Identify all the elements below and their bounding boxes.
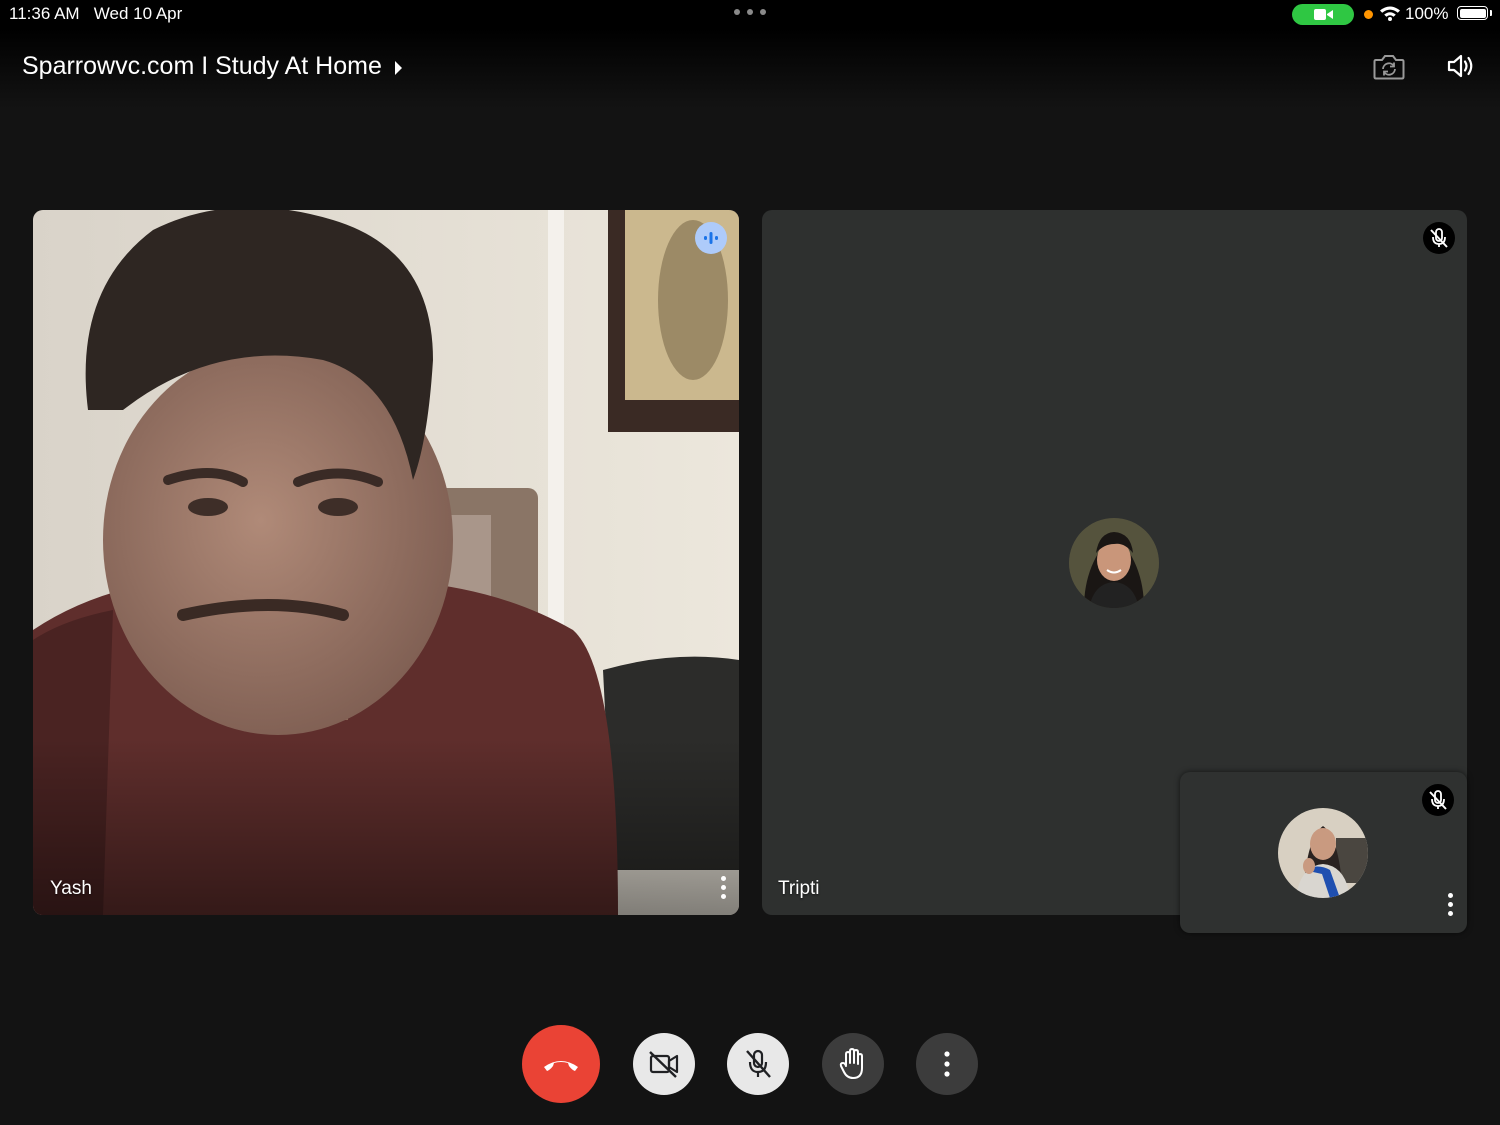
battery-icon [1457, 6, 1488, 20]
speaking-indicator-icon [695, 222, 727, 254]
mic-muted-icon [1423, 222, 1455, 254]
status-time-date: 11:36 AM Wed 10 Apr [9, 4, 183, 23]
camera-toggle-button[interactable] [633, 1033, 695, 1095]
end-call-button[interactable] [522, 1025, 600, 1103]
wifi-icon [1380, 6, 1400, 21]
mic-muted-icon [1422, 784, 1454, 816]
participant-options-icon[interactable] [721, 876, 727, 902]
participant-video [33, 210, 739, 915]
speaker-volume-icon[interactable] [1446, 52, 1476, 80]
self-view-tile[interactable] [1180, 772, 1467, 933]
status-bar: 11:36 AM Wed 10 Apr 100% [0, 0, 1500, 28]
microphone-toggle-button[interactable] [727, 1033, 789, 1095]
participant-name: Tripti [778, 878, 820, 899]
hang-up-phone-icon [544, 1061, 578, 1071]
camera-off-icon [649, 1051, 679, 1078]
multitasking-dots-icon[interactable] [734, 9, 766, 17]
self-view-options-icon[interactable] [1448, 893, 1454, 919]
switch-camera-icon[interactable] [1372, 52, 1406, 82]
meeting-title[interactable]: Sparrowvc.com I Study At Home [22, 52, 382, 81]
video-camera-icon [1314, 9, 1333, 20]
raise-hand-button[interactable] [822, 1033, 884, 1095]
camera-in-use-indicator[interactable] [1292, 4, 1354, 25]
participant-name: Yash [50, 878, 92, 899]
participant-tile-yash[interactable]: Yash [33, 210, 739, 915]
raise-hand-icon [839, 1048, 863, 1079]
chevron-right-icon[interactable] [394, 60, 404, 76]
mic-off-icon [746, 1049, 771, 1078]
battery-percentage: 100% [1405, 4, 1449, 23]
battery-tip [1490, 10, 1492, 16]
more-vertical-icon [944, 1051, 950, 1077]
microphone-in-use-dot [1364, 10, 1373, 19]
participant-avatar [1069, 518, 1159, 608]
more-options-button[interactable] [916, 1033, 978, 1095]
self-avatar [1278, 808, 1368, 898]
